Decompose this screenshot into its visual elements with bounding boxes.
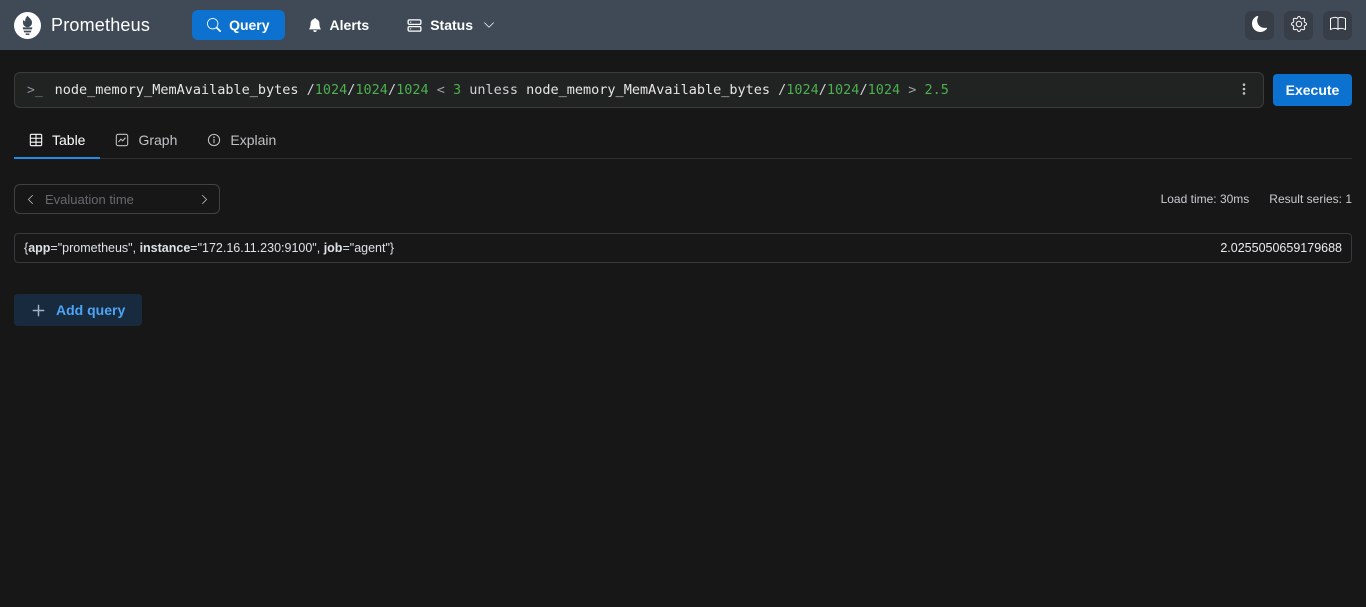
- result-row: {app="prometheus", instance="172.16.11.2…: [14, 233, 1352, 263]
- expr-token-op: <: [429, 82, 453, 98]
- expr-token-number: 1024: [396, 82, 429, 98]
- result-series-stat: Result series: 1: [1269, 192, 1352, 206]
- brand-title: Prometheus: [51, 15, 150, 36]
- add-query-label: Add query: [56, 302, 125, 318]
- expr-token-number: 1024: [827, 82, 860, 98]
- plus-icon: [31, 303, 46, 318]
- tab-label: Explain: [230, 132, 276, 148]
- tab-label: Graph: [138, 132, 177, 148]
- chevron-down-icon: [483, 19, 495, 31]
- expr-token-metric: node_memory_MemAvailable_bytes: [526, 82, 778, 98]
- query-stats: Load time: 30ms Result series: 1: [1161, 192, 1352, 206]
- nav-item-alerts[interactable]: Alerts: [293, 10, 385, 40]
- tab-label: Table: [52, 132, 85, 148]
- expr-token-number: 1024: [315, 82, 348, 98]
- brand-link[interactable]: Prometheus: [14, 12, 150, 39]
- expr-token-punct: /: [388, 82, 396, 98]
- expr-token-keyword: unless: [461, 82, 526, 98]
- load-time-stat: Load time: 30ms: [1161, 192, 1250, 206]
- navbar: Prometheus Query Alerts Status: [0, 0, 1366, 50]
- prometheus-app: Prometheus Query Alerts Status: [0, 0, 1366, 607]
- evaluation-time-picker: [14, 184, 220, 214]
- main-content: >_ node_memory_MemAvailable_bytes /1024/…: [0, 72, 1366, 326]
- expr-token-number: 1024: [355, 82, 388, 98]
- prometheus-logo-icon: [14, 12, 41, 39]
- info-icon: [207, 133, 221, 147]
- expr-token-number: 3: [453, 82, 461, 98]
- expr-token-punct: /: [307, 82, 315, 98]
- query-expression: node_memory_MemAvailable_bytes /1024/102…: [55, 82, 1231, 98]
- expr-token-number: 1024: [868, 82, 901, 98]
- settings-button[interactable]: [1284, 11, 1313, 40]
- result-tabs: Table Graph Explain: [14, 126, 1352, 159]
- nav-item-label: Status: [430, 17, 473, 33]
- three-dots-vertical-icon: [1237, 82, 1251, 99]
- search-icon: [207, 18, 221, 32]
- evaluation-time-input[interactable]: [45, 192, 189, 207]
- bell-icon: [308, 18, 322, 32]
- terminal-prompt-icon: >_: [27, 83, 43, 98]
- main-nav: Query Alerts Status: [192, 10, 510, 40]
- label-name: app: [28, 241, 50, 255]
- tab-graph[interactable]: Graph: [100, 126, 192, 159]
- query-options-button[interactable]: [1231, 76, 1257, 104]
- docs-button[interactable]: [1323, 11, 1352, 40]
- nav-item-label: Alerts: [330, 17, 370, 33]
- moon-icon: [1252, 16, 1268, 35]
- eval-time-next-button[interactable]: [189, 185, 219, 213]
- tab-explain[interactable]: Explain: [192, 126, 291, 159]
- table-icon: [29, 133, 43, 147]
- expr-token-punct: /: [819, 82, 827, 98]
- expr-token-punct: /: [859, 82, 867, 98]
- nav-item-status[interactable]: Status: [392, 10, 510, 40]
- expr-token-number: 2.5: [924, 82, 948, 98]
- tab-table[interactable]: Table: [14, 126, 100, 159]
- expr-token-metric: node_memory_MemAvailable_bytes: [55, 82, 307, 98]
- book-icon: [1330, 16, 1346, 35]
- server-stack-icon: [407, 18, 422, 33]
- add-query-button[interactable]: Add query: [14, 294, 142, 326]
- gear-icon: [1291, 16, 1307, 35]
- result-list: {app="prometheus", instance="172.16.11.2…: [14, 233, 1352, 263]
- expr-token-op: >: [900, 82, 924, 98]
- nav-item-label: Query: [229, 17, 269, 33]
- query-row: >_ node_memory_MemAvailable_bytes /1024/…: [14, 72, 1352, 108]
- eval-time-prev-button[interactable]: [15, 185, 45, 213]
- nav-actions: [1245, 11, 1352, 40]
- query-expression-input[interactable]: >_ node_memory_MemAvailable_bytes /1024/…: [14, 72, 1264, 108]
- nav-item-query[interactable]: Query: [192, 10, 284, 40]
- theme-toggle-button[interactable]: [1245, 11, 1274, 40]
- execute-button[interactable]: Execute: [1273, 74, 1352, 106]
- label-name: job: [324, 241, 343, 255]
- graph-icon: [115, 133, 129, 147]
- expr-token-number: 1024: [786, 82, 819, 98]
- series-value: 2.0255050659179688: [1220, 241, 1342, 255]
- series-labels: {app="prometheus", instance="172.16.11.2…: [24, 241, 394, 255]
- label-name: instance: [140, 241, 191, 255]
- eval-row: Load time: 30ms Result series: 1: [14, 184, 1352, 214]
